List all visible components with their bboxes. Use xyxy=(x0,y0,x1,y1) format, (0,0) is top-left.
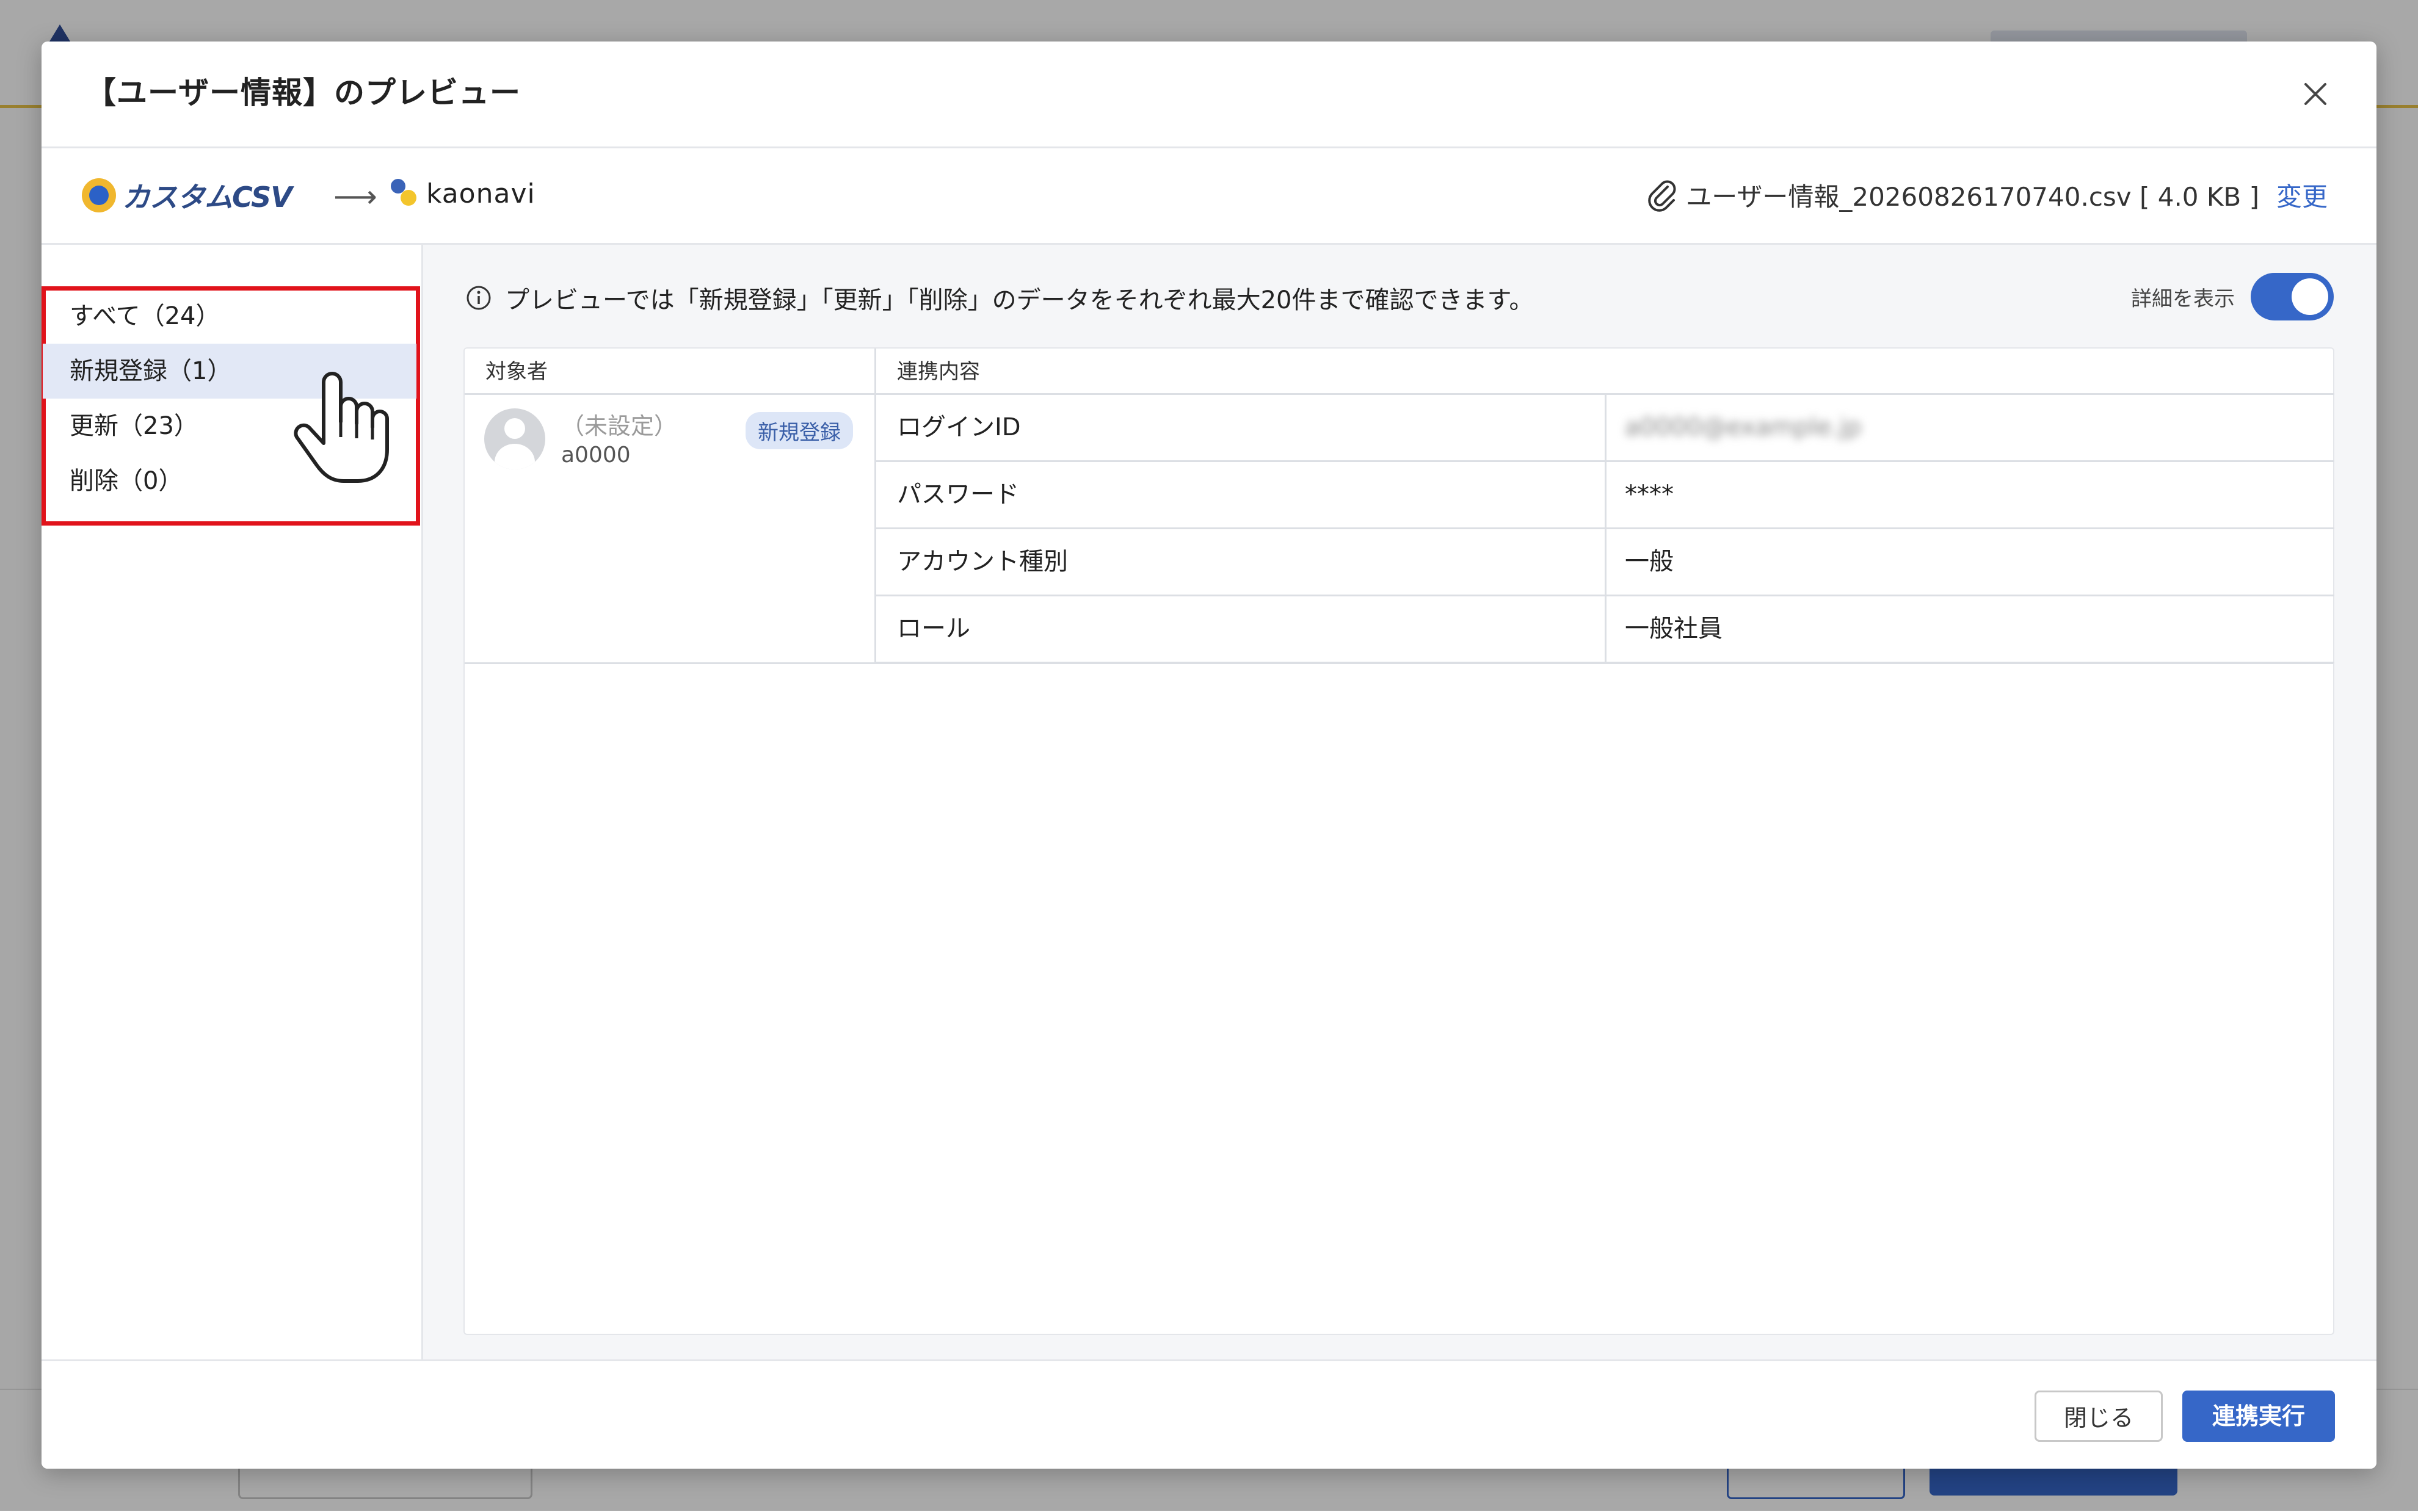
person-id: a0000 xyxy=(561,443,631,468)
info-icon xyxy=(467,286,491,310)
table-row: アカウント種別 一般 xyxy=(876,529,2334,596)
target-person: （未設定） a0000 新規登録 xyxy=(465,395,876,664)
table-row: ログインID a0000@example.jp xyxy=(876,395,2334,462)
source-service: カスタムCSV xyxy=(82,175,292,215)
filter-all[interactable]: すべて（24） xyxy=(43,289,416,344)
close-icon[interactable] xyxy=(2297,76,2334,112)
field-value: a0000@example.jp xyxy=(1625,413,1862,441)
detail-toggle-label: 詳細を表示 xyxy=(2131,286,2235,311)
custom-csv-logo-icon xyxy=(82,178,116,212)
table-row: ロール 一般社員 xyxy=(876,596,2334,664)
source-name: カスタムCSV xyxy=(122,181,292,214)
execute-button[interactable]: 連携実行 xyxy=(2182,1391,2335,1442)
close-button[interactable]: 閉じる xyxy=(2035,1391,2163,1442)
avatar xyxy=(484,408,545,469)
field-name: ログインID xyxy=(897,413,1021,441)
paperclip-icon xyxy=(1648,180,1676,212)
person-name: （未設定） xyxy=(561,413,678,439)
field-value: **** xyxy=(1625,480,1674,508)
kaonavi-logo-icon xyxy=(387,178,419,209)
field-value: 一般 xyxy=(1625,548,1674,576)
field-name: ロール xyxy=(897,615,970,643)
preview-notice: プレビューでは「新規登録」「更新」「削除」のデータをそれぞれ最大20件まで確認で… xyxy=(466,280,1534,316)
modal-title: 【ユーザー情報】のプレビュー xyxy=(85,75,521,110)
file-info: ユーザー情報_20260826170740.csv [ 4.0 KB ] 変更 xyxy=(1647,176,2328,214)
table-row: パスワード **** xyxy=(876,462,2334,529)
column-header-target: 対象者 xyxy=(465,349,876,395)
file-name: ユーザー情報_20260826170740.csv [ 4.0 KB ] xyxy=(1686,182,2259,212)
arrow-right-icon: ⟶ xyxy=(333,179,377,214)
field-name: パスワード xyxy=(897,480,1019,508)
column-header-content: 連携内容 xyxy=(876,349,2334,395)
modal-header: 【ユーザー情報】のプレビュー xyxy=(42,42,2376,148)
detail-toggle: 詳細を表示 xyxy=(2131,273,2334,320)
change-file-link[interactable]: 変更 xyxy=(2276,176,2328,214)
divider xyxy=(465,662,2333,664)
field-value: 一般社員 xyxy=(1625,615,1723,643)
destination-service: kaonavi xyxy=(387,178,536,209)
preview-panel: プレビューでは「新規登録」「更新」「削除」のデータをそれぞれ最大20件まで確認で… xyxy=(423,245,2376,1359)
modal-footer: 閉じる 連携実行 xyxy=(42,1359,2376,1469)
field-name: アカウント種別 xyxy=(897,548,1068,576)
connection-bar: カスタムCSV ⟶ kaonavi ユーザー情報_20260826170740.… xyxy=(42,148,2376,245)
destination-name: kaonavi xyxy=(426,178,536,209)
detail-toggle-switch[interactable] xyxy=(2251,273,2334,320)
status-badge: 新規登録 xyxy=(746,412,853,449)
notice-text: プレビューでは「新規登録」「更新」「削除」のデータをそれぞれ最大20件まで確認で… xyxy=(505,286,1534,314)
preview-table: 対象者 連携内容 （未設定） a0000 新規登録 ログインID a0000@e… xyxy=(463,347,2334,1335)
filter-sidebar: すべて（24） 新規登録（1） 更新（23） 削除（0） xyxy=(42,245,423,1359)
content-rows: ログインID a0000@example.jp パスワード **** アカウント… xyxy=(876,395,2334,664)
pointer-hand-icon xyxy=(294,372,389,483)
preview-modal: 【ユーザー情報】のプレビュー カスタムCSV ⟶ kaonavi ユーザー情報_… xyxy=(42,42,2376,1469)
